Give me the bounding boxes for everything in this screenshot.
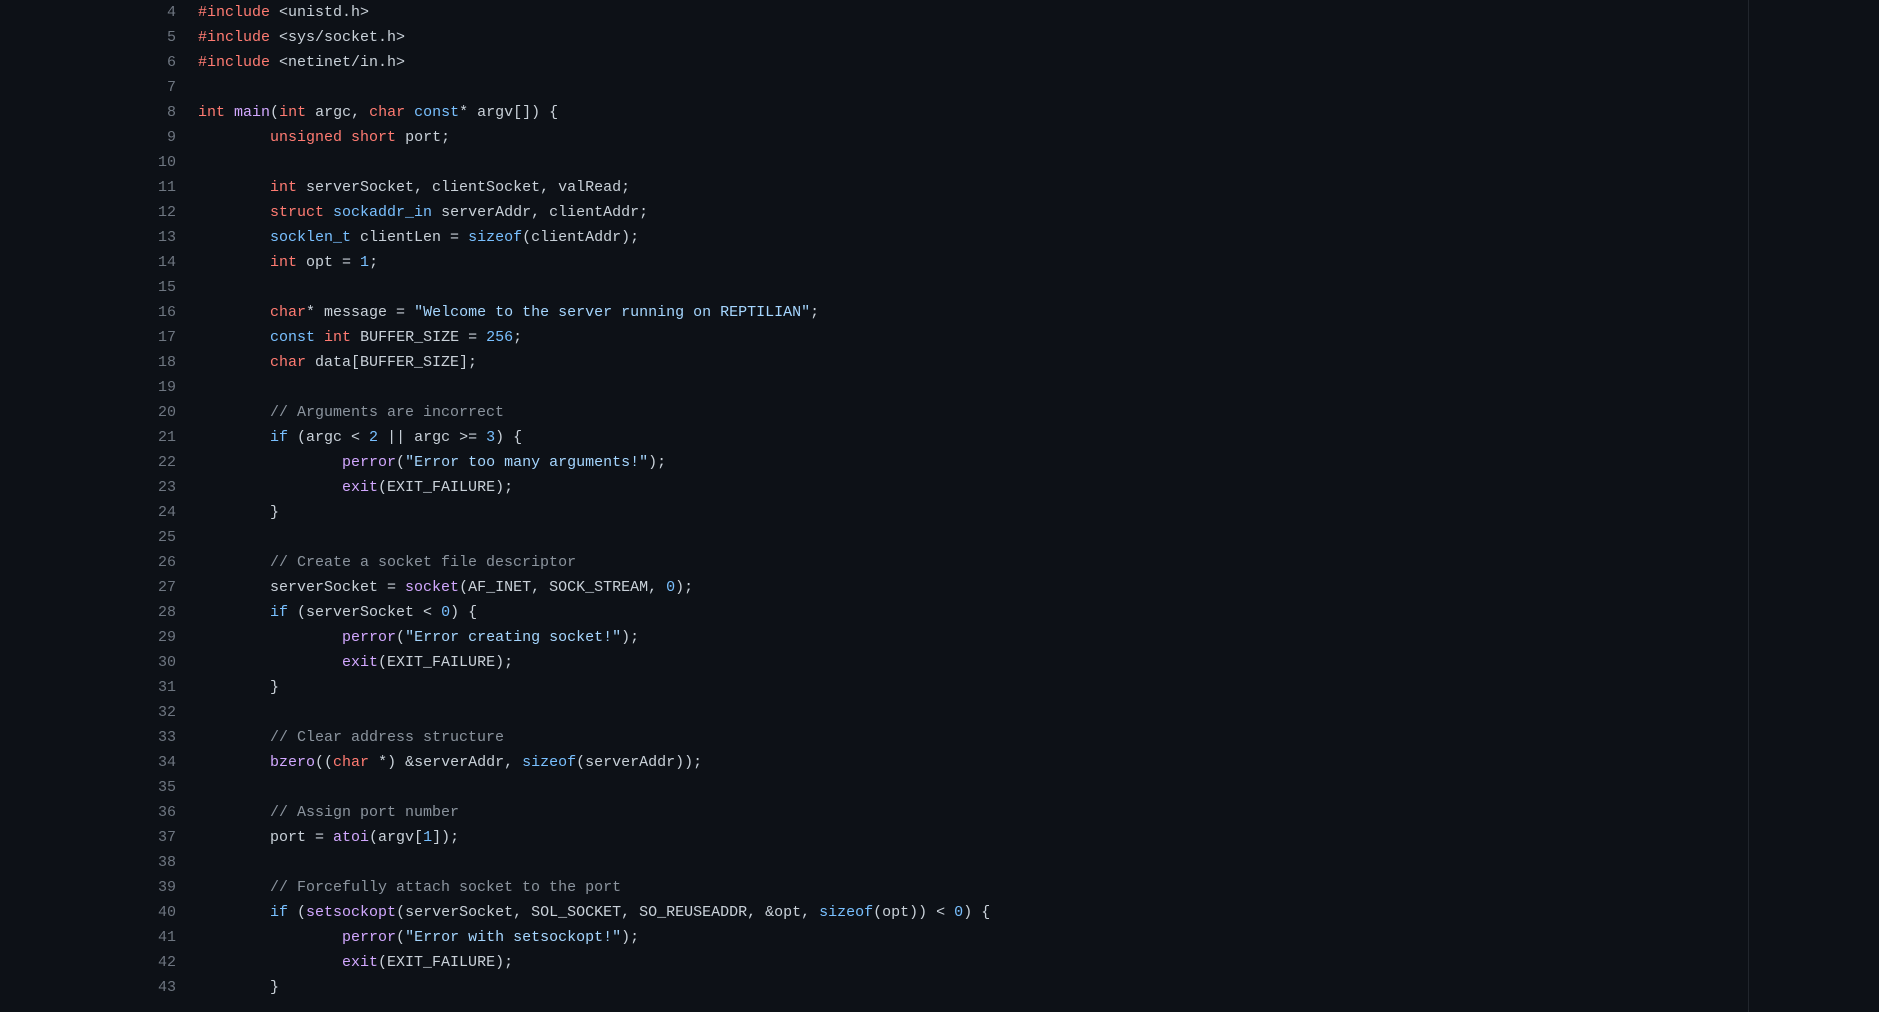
line-number: 40 [0,900,176,925]
code-line[interactable]: } [198,975,1879,1000]
line-number: 11 [0,175,176,200]
line-number: 42 [0,950,176,975]
code-line[interactable] [198,700,1879,725]
line-number: 13 [0,225,176,250]
line-number: 12 [0,200,176,225]
code-line[interactable]: // Assign port number [198,800,1879,825]
code-line[interactable]: socklen_t clientLen = sizeof(clientAddr)… [198,225,1879,250]
line-number: 21 [0,425,176,450]
line-number: 28 [0,600,176,625]
code-line[interactable] [198,525,1879,550]
code-line[interactable]: } [198,500,1879,525]
code-line[interactable]: perror("Error too many arguments!"); [198,450,1879,475]
line-number: 15 [0,275,176,300]
code-line[interactable]: unsigned short port; [198,125,1879,150]
code-line[interactable] [198,150,1879,175]
line-number: 7 [0,75,176,100]
line-number: 19 [0,375,176,400]
line-number: 14 [0,250,176,275]
code-line[interactable]: // Clear address structure [198,725,1879,750]
code-line[interactable]: // Forcefully attach socket to the port [198,875,1879,900]
editor-ruler [1748,0,1749,1012]
code-line[interactable]: serverSocket = socket(AF_INET, SOCK_STRE… [198,575,1879,600]
code-line[interactable] [198,775,1879,800]
code-line[interactable]: int main(int argc, char const* argv[]) { [198,100,1879,125]
line-number: 36 [0,800,176,825]
code-editor[interactable]: 4567891011121314151617181920212223242526… [0,0,1879,1012]
line-number: 43 [0,975,176,1000]
code-line[interactable] [198,75,1879,100]
line-number: 8 [0,100,176,125]
code-line[interactable]: int serverSocket, clientSocket, valRead; [198,175,1879,200]
code-line[interactable]: exit(EXIT_FAILURE); [198,475,1879,500]
line-number: 29 [0,625,176,650]
line-number: 17 [0,325,176,350]
line-number: 24 [0,500,176,525]
code-line[interactable]: #include <netinet/in.h> [198,50,1879,75]
code-area[interactable]: #include <unistd.h>#include <sys/socket.… [198,0,1879,1012]
code-line[interactable]: exit(EXIT_FAILURE); [198,950,1879,975]
code-line[interactable]: bzero((char *) &serverAddr, sizeof(serve… [198,750,1879,775]
code-line[interactable]: if (setsockopt(serverSocket, SOL_SOCKET,… [198,900,1879,925]
code-line[interactable]: char* message = "Welcome to the server r… [198,300,1879,325]
line-number: 35 [0,775,176,800]
code-line[interactable]: // Arguments are incorrect [198,400,1879,425]
line-number: 38 [0,850,176,875]
code-line[interactable]: #include <unistd.h> [198,0,1879,25]
code-line[interactable] [198,850,1879,875]
line-number: 25 [0,525,176,550]
line-number: 30 [0,650,176,675]
line-number: 37 [0,825,176,850]
line-number: 5 [0,25,176,50]
code-line[interactable]: perror("Error with setsockopt!"); [198,925,1879,950]
code-line[interactable] [198,375,1879,400]
code-line[interactable]: char data[BUFFER_SIZE]; [198,350,1879,375]
line-number: 22 [0,450,176,475]
code-line[interactable]: if (serverSocket < 0) { [198,600,1879,625]
code-line[interactable]: // Create a socket file descriptor [198,550,1879,575]
line-number: 34 [0,750,176,775]
code-line[interactable]: port = atoi(argv[1]); [198,825,1879,850]
line-number: 10 [0,150,176,175]
code-line[interactable] [198,275,1879,300]
line-number: 32 [0,700,176,725]
line-number-gutter: 4567891011121314151617181920212223242526… [0,0,198,1012]
line-number: 6 [0,50,176,75]
line-number: 31 [0,675,176,700]
line-number: 4 [0,0,176,25]
code-line[interactable]: const int BUFFER_SIZE = 256; [198,325,1879,350]
code-line[interactable]: perror("Error creating socket!"); [198,625,1879,650]
code-line[interactable]: if (argc < 2 || argc >= 3) { [198,425,1879,450]
line-number: 26 [0,550,176,575]
line-number: 39 [0,875,176,900]
line-number: 16 [0,300,176,325]
line-number: 18 [0,350,176,375]
code-line[interactable]: int opt = 1; [198,250,1879,275]
code-line[interactable]: exit(EXIT_FAILURE); [198,650,1879,675]
line-number: 33 [0,725,176,750]
line-number: 27 [0,575,176,600]
line-number: 9 [0,125,176,150]
code-line[interactable]: } [198,675,1879,700]
line-number: 23 [0,475,176,500]
line-number: 41 [0,925,176,950]
code-line[interactable]: #include <sys/socket.h> [198,25,1879,50]
code-line[interactable]: struct sockaddr_in serverAddr, clientAdd… [198,200,1879,225]
line-number: 20 [0,400,176,425]
